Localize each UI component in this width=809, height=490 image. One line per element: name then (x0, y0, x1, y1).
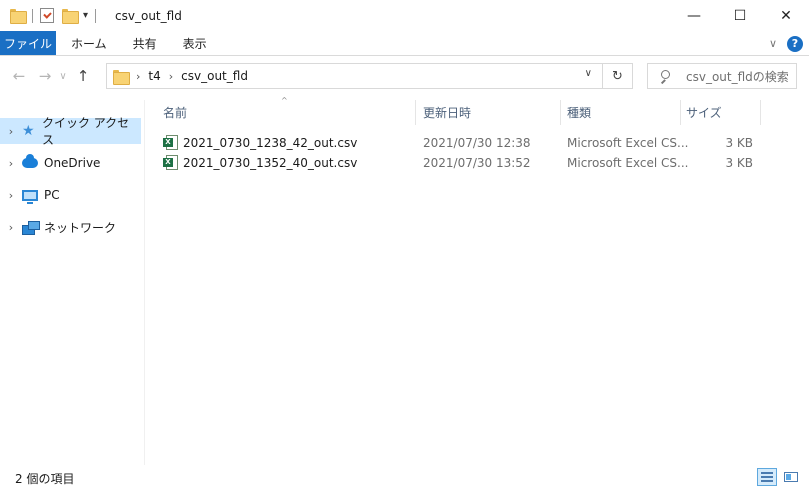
chevron-right-icon[interactable]: › (136, 70, 140, 83)
column-divider[interactable] (680, 100, 681, 125)
tab-view[interactable]: 表示 (170, 31, 220, 55)
chevron-right-icon[interactable]: › (0, 125, 22, 138)
details-view-button[interactable] (757, 468, 777, 486)
sidebar-item-pc[interactable]: › PC (0, 182, 141, 208)
status-bar: 2 個の項目 (0, 466, 809, 490)
column-divider[interactable] (560, 100, 561, 125)
sidebar-item-label: ネットワーク (44, 220, 117, 235)
column-header-date[interactable]: 更新日時 (423, 100, 559, 125)
file-name: 2021_0730_1238_42_out.csv (183, 136, 358, 150)
quick-access-toolbar: ▾ (0, 0, 103, 31)
breadcrumb-item[interactable]: csv_out_fld (181, 69, 248, 83)
file-size: 3 KB (725, 156, 753, 170)
cloud-icon (22, 154, 38, 168)
sidebar-item-quick-access[interactable]: › ★ クイック アクセス (0, 116, 141, 147)
back-button[interactable]: ← (8, 65, 30, 87)
item-count: 2 個の項目 (15, 471, 75, 486)
expand-ribbon-icon[interactable]: ∨ (769, 37, 777, 50)
excel-file-icon: X (163, 155, 178, 170)
chevron-right-icon[interactable]: › (0, 189, 22, 202)
tab-home[interactable]: ホーム (58, 31, 120, 55)
properties-icon[interactable] (40, 8, 54, 23)
ribbon-right-controls: ∨ ? (769, 31, 803, 56)
help-icon[interactable]: ? (787, 35, 803, 52)
large-icons-view-icon (784, 472, 798, 482)
search-input[interactable]: csv_out_fldの検索 (686, 68, 789, 85)
search-icon (658, 69, 672, 83)
toolbar-divider (95, 8, 97, 23)
tab-share[interactable]: 共有 (120, 31, 170, 55)
refresh-button[interactable]: ↻ (602, 64, 632, 88)
file-type: Microsoft Excel CS... (567, 136, 689, 150)
file-type: Microsoft Excel CS... (567, 156, 689, 170)
up-button[interactable]: ↑ (72, 65, 94, 87)
file-name: 2021_0730_1352_40_out.csv (183, 156, 358, 170)
chevron-right-icon[interactable]: › (0, 221, 22, 234)
window-controls: — ☐ ✕ (671, 0, 809, 31)
tab-file[interactable]: ファイル (0, 31, 56, 55)
customize-toolbar-icon[interactable]: ▾ (83, 10, 88, 21)
excel-file-icon: X (163, 135, 178, 150)
chevron-right-icon[interactable]: › (169, 70, 173, 83)
address-history-icon[interactable]: ∨ (585, 68, 592, 79)
toolbar-divider (32, 8, 33, 23)
column-divider[interactable] (760, 100, 761, 125)
pc-icon (22, 189, 38, 204)
sidebar-item-label: クイック アクセス (41, 116, 130, 147)
recent-locations-button[interactable]: ∨ (56, 65, 70, 87)
view-switcher (757, 468, 801, 486)
minimize-button[interactable]: — (671, 0, 717, 31)
column-divider[interactable] (415, 100, 416, 125)
file-size: 3 KB (725, 136, 753, 150)
column-header-name[interactable]: 名前 (163, 100, 413, 125)
file-date: 2021/07/30 12:38 (423, 136, 531, 150)
sidebar-item-network[interactable]: › ネットワーク (0, 214, 141, 240)
title-bar: ▾ csv_out_fld — ☐ ✕ (0, 0, 809, 31)
large-icons-view-button[interactable] (781, 468, 801, 486)
sidebar-item-label: PC (44, 188, 60, 202)
sidebar-item-label: OneDrive (44, 156, 101, 170)
column-header-type[interactable]: 種類 (567, 100, 679, 125)
details-view-icon (761, 472, 773, 482)
file-row[interactable]: X 2021_0730_1352_40_out.csv 2021/07/30 1… (159, 153, 779, 173)
search-box[interactable]: csv_out_fldの検索 (647, 63, 797, 89)
ribbon-tabs: ファイル ホーム 共有 表示 ∨ ? (0, 31, 809, 56)
new-folder-icon[interactable] (62, 9, 79, 24)
close-button[interactable]: ✕ (763, 0, 809, 31)
navigation-pane: › ★ クイック アクセス › OneDrive › PC › ネットワーク (0, 100, 145, 465)
navigation-bar: ← → ∨ ↑ › t4 › csv_out_fld ∨ ↻ csv_out_f… (0, 56, 809, 96)
chevron-right-icon[interactable]: › (0, 157, 22, 170)
maximize-button[interactable]: ☐ (717, 0, 763, 31)
address-bar[interactable]: › t4 › csv_out_fld ∨ ↻ (106, 63, 633, 89)
file-row[interactable]: X 2021_0730_1238_42_out.csv 2021/07/30 1… (159, 133, 779, 153)
network-icon (22, 220, 40, 235)
star-icon: ★ (21, 123, 35, 139)
folder-icon (113, 69, 130, 85)
file-date: 2021/07/30 13:52 (423, 156, 531, 170)
forward-button[interactable]: → (34, 65, 56, 87)
file-list: ^ 名前 更新日時 種類 サイズ X 2021_0730_1238_42_out… (145, 96, 809, 466)
folder-icon (10, 9, 27, 24)
window-title: csv_out_fld (115, 8, 182, 23)
column-header-size[interactable]: サイズ (686, 100, 756, 125)
breadcrumb-item[interactable]: t4 (148, 69, 160, 83)
sidebar-item-onedrive[interactable]: › OneDrive (0, 150, 141, 176)
